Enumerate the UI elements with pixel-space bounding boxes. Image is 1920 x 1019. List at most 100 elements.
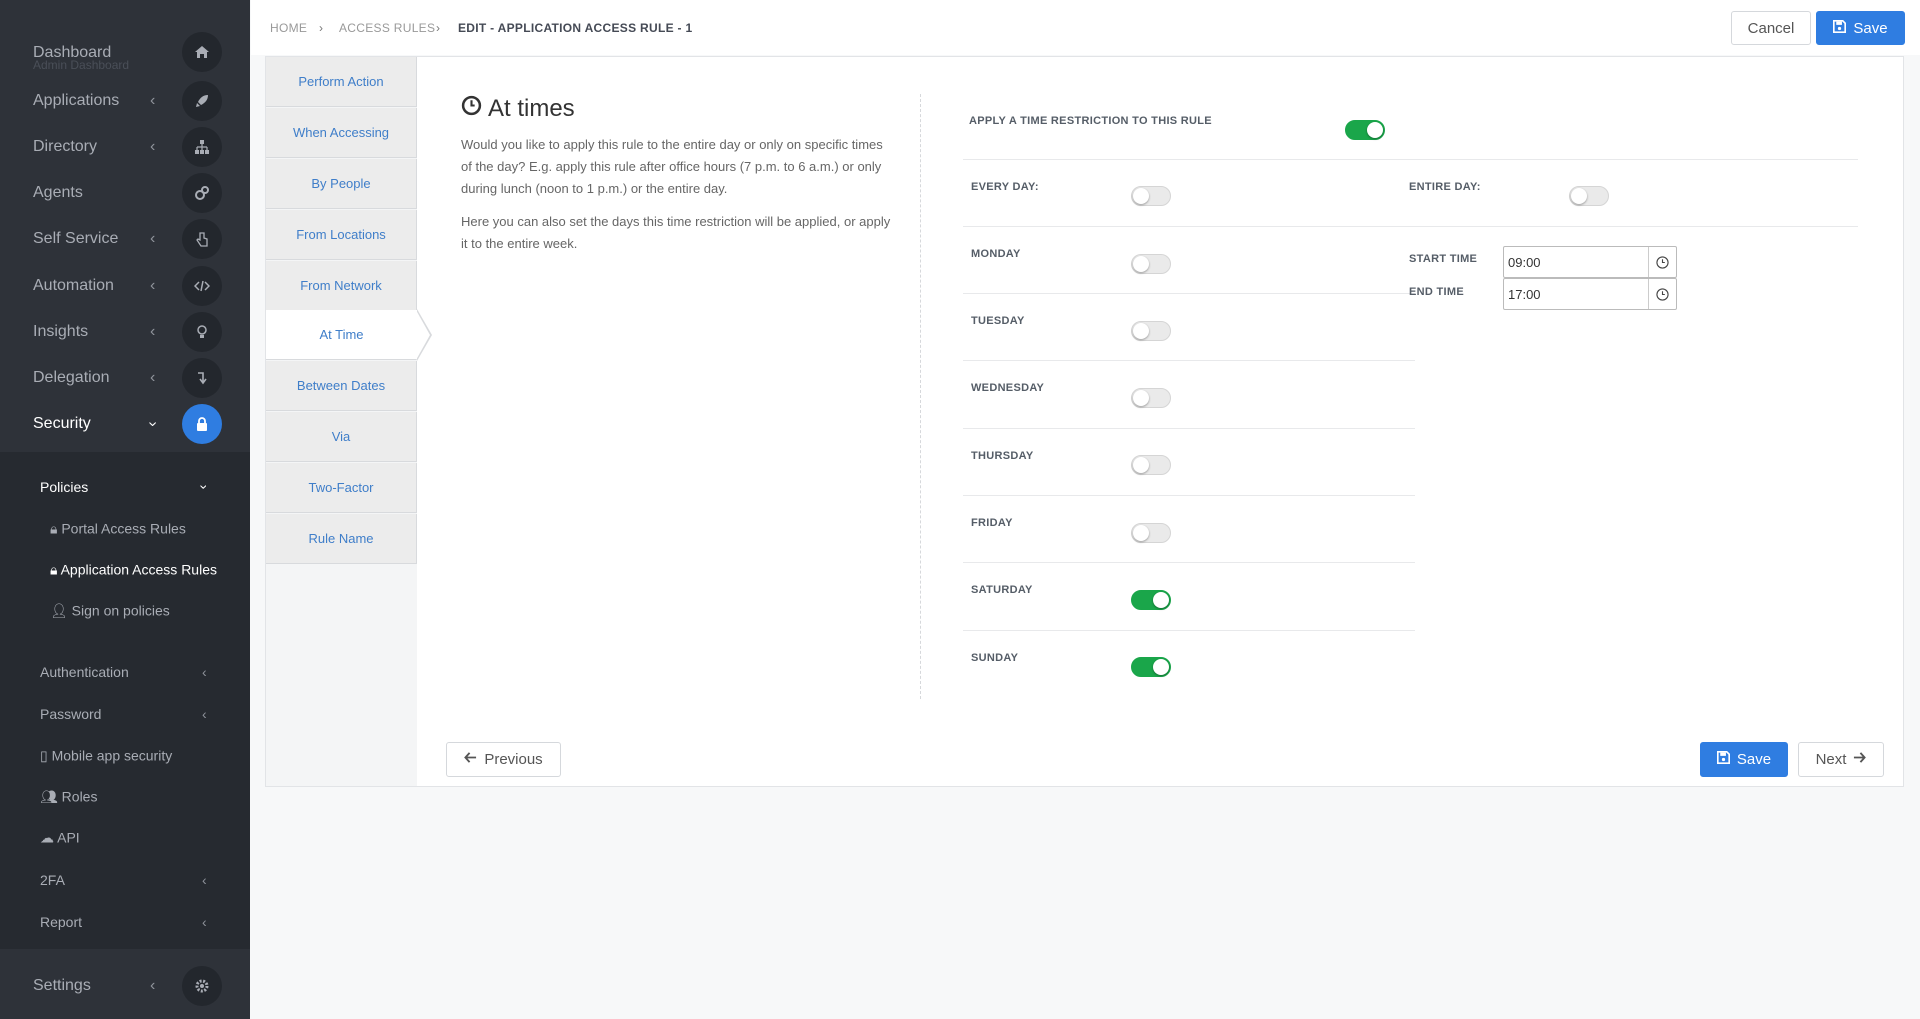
previous-button[interactable]: Previous	[446, 742, 561, 777]
wizard-steps: Perform Action When Accessing By People …	[266, 57, 417, 786]
step-via[interactable]: Via	[266, 412, 417, 462]
monday-toggle[interactable]	[1131, 254, 1171, 274]
next-button[interactable]: Next	[1798, 742, 1884, 777]
clock-icon	[461, 95, 482, 123]
step-between-dates[interactable]: Between Dates	[266, 361, 417, 411]
toggle-knob	[1133, 256, 1149, 272]
day-label-friday: FRIDAY	[971, 517, 1013, 529]
top-bar: HOME › ACCESS RULES › EDIT - APPLICATION…	[251, 0, 1920, 55]
footer-save-button[interactable]: Save	[1700, 742, 1788, 777]
step-two-factor[interactable]: Two-Factor	[266, 463, 417, 513]
sidebar-item-label: Settings	[33, 977, 91, 994]
tuesday-toggle[interactable]	[1131, 321, 1171, 341]
toggle-knob	[1571, 188, 1587, 204]
subnav-text: Roles	[61, 788, 98, 805]
cancel-label: Cancel	[1747, 19, 1795, 37]
entire-day-toggle[interactable]	[1569, 186, 1609, 206]
lock-icon	[182, 404, 222, 444]
step-by-people[interactable]: By People	[266, 159, 417, 209]
sidebar-item-automation[interactable]: Automation ‹	[0, 265, 250, 307]
sidebar-item-self-service[interactable]: Self Service ‹	[0, 218, 250, 260]
hand-pointer-icon	[182, 219, 222, 259]
sunday-toggle[interactable]	[1131, 657, 1171, 677]
arrow-left-icon	[464, 751, 477, 768]
sidebar-item-label: Self Service	[33, 230, 119, 247]
divider	[963, 159, 1858, 160]
sidebar-dashboard-subtitle: Admin Dashboard	[33, 58, 130, 72]
save-button[interactable]: Save	[1816, 11, 1905, 45]
subnav-item-application-access-rules[interactable]: 🔒︎ Application Access Rules	[0, 552, 250, 588]
subnav-item-policies[interactable]: Policies ›	[0, 469, 250, 505]
step-when-accessing[interactable]: When Accessing	[266, 108, 417, 158]
chevron-left-icon: ‹	[150, 977, 156, 994]
divider	[963, 495, 1415, 496]
day-label-saturday: SATURDAY	[971, 584, 1033, 596]
subnav-item-roles[interactable]: 👥︎ Roles	[0, 779, 250, 815]
cogs-icon	[182, 173, 222, 213]
section-description: Would you like to apply this rule to the…	[461, 137, 883, 196]
breadcrumb-access-rules[interactable]: ACCESS RULES	[339, 21, 435, 35]
home-icon	[182, 32, 222, 72]
sidebar-item-label: Insights	[33, 323, 89, 340]
sidebar: Dashboard Admin Dashboard Applications ‹…	[0, 0, 250, 1019]
sidebar-item-agents[interactable]: Agents	[0, 172, 250, 214]
chevron-left-icon: ‹	[150, 92, 156, 109]
step-from-network[interactable]: From Network	[266, 261, 417, 311]
divider	[963, 293, 1415, 294]
sidebar-item-applications[interactable]: Applications ‹	[0, 80, 250, 122]
subnav-item-portal-access-rules[interactable]: 🔒︎ Portal Access Rules	[0, 511, 250, 547]
wednesday-toggle[interactable]	[1131, 388, 1171, 408]
step-from-locations[interactable]: From Locations	[266, 210, 417, 260]
arrow-right-icon	[1853, 751, 1867, 768]
sidebar-item-insights[interactable]: Insights ‹	[0, 311, 250, 353]
sidebar-item-label: Applications	[33, 92, 120, 109]
subnav-item-password[interactable]: Password ‹	[0, 696, 250, 732]
subnav-item-2fa[interactable]: 2FA ‹	[0, 862, 250, 898]
end-time-field[interactable]	[1503, 278, 1677, 310]
day-label-sunday: SUNDAY	[971, 652, 1019, 664]
toggle-knob	[1153, 592, 1169, 608]
clock-icon[interactable]	[1648, 279, 1676, 309]
friday-toggle[interactable]	[1131, 523, 1171, 543]
subnav-item-sign-on-policies[interactable]: 👤︎ Sign on policies	[0, 593, 250, 629]
subnav-label: 2FA	[40, 872, 65, 888]
saturday-toggle[interactable]	[1131, 590, 1171, 610]
sidebar-item-directory[interactable]: Directory ‹	[0, 126, 250, 168]
end-time-input[interactable]	[1508, 284, 1648, 304]
subnav-item-report[interactable]: Report ‹	[0, 904, 250, 940]
subnav-item-api[interactable]: ☁︎ API	[0, 820, 250, 856]
subnav-label: ▯ Mobile app security	[40, 748, 172, 765]
chevron-right-icon: ›	[319, 21, 323, 35]
step-perform-action[interactable]: Perform Action	[266, 57, 417, 107]
breadcrumb-home[interactable]: HOME	[270, 21, 307, 35]
cancel-button[interactable]: Cancel	[1731, 11, 1811, 45]
subnav-item-authentication[interactable]: Authentication ‹	[0, 654, 250, 690]
toggle-knob	[1133, 390, 1149, 406]
step-rule-name[interactable]: Rule Name	[266, 514, 417, 564]
sidebar-item-label: Automation	[33, 277, 114, 294]
chevron-left-icon: ‹	[150, 369, 156, 386]
every-day-toggle[interactable]	[1131, 186, 1171, 206]
sidebar-item-settings[interactable]: Settings ‹	[0, 958, 250, 1014]
step-at-time[interactable]: At Time	[266, 310, 417, 360]
restriction-toggle[interactable]	[1345, 120, 1385, 140]
day-label-monday: MONDAY	[971, 248, 1021, 260]
sidebar-item-delegation[interactable]: Delegation ‹	[0, 357, 250, 399]
code-icon	[182, 266, 222, 306]
chevron-down-icon: ›	[196, 484, 213, 490]
toggle-knob	[1133, 323, 1149, 339]
start-time-field[interactable]	[1503, 246, 1677, 278]
sidebar-item-security[interactable]: Security ›	[0, 403, 250, 445]
chevron-left-icon: ‹	[150, 230, 156, 247]
subnav-label: Report	[40, 914, 83, 930]
chevron-left-icon: ‹	[150, 138, 156, 155]
divider	[963, 226, 1858, 227]
sidebar-item-label: Directory	[33, 138, 98, 155]
user-lock-icon: 👤︎	[50, 602, 68, 619]
subnav-item-mobile-app-security[interactable]: ▯ Mobile app security	[0, 738, 250, 774]
floppy-icon	[1833, 19, 1847, 37]
divider	[963, 630, 1415, 631]
thursday-toggle[interactable]	[1131, 455, 1171, 475]
clock-icon[interactable]	[1648, 247, 1676, 277]
start-time-input[interactable]	[1508, 252, 1648, 272]
